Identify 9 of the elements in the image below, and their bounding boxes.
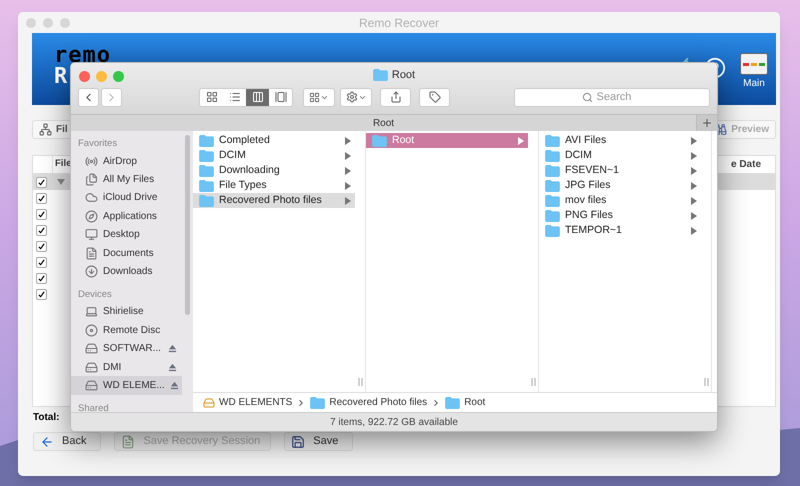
app-logo: remo bbox=[54, 45, 111, 67]
section-header: Favorites bbox=[77, 136, 118, 151]
section-header: Shared bbox=[77, 402, 110, 412]
logo-fragment: R bbox=[54, 67, 68, 87]
total-label: Total: bbox=[33, 413, 60, 423]
section-header: Devices bbox=[77, 288, 113, 302]
window-title: Remo Recover bbox=[358, 14, 440, 32]
status-bar: 7 items, 922.72 GB available bbox=[71, 412, 717, 431]
window-title: Root bbox=[392, 68, 416, 83]
